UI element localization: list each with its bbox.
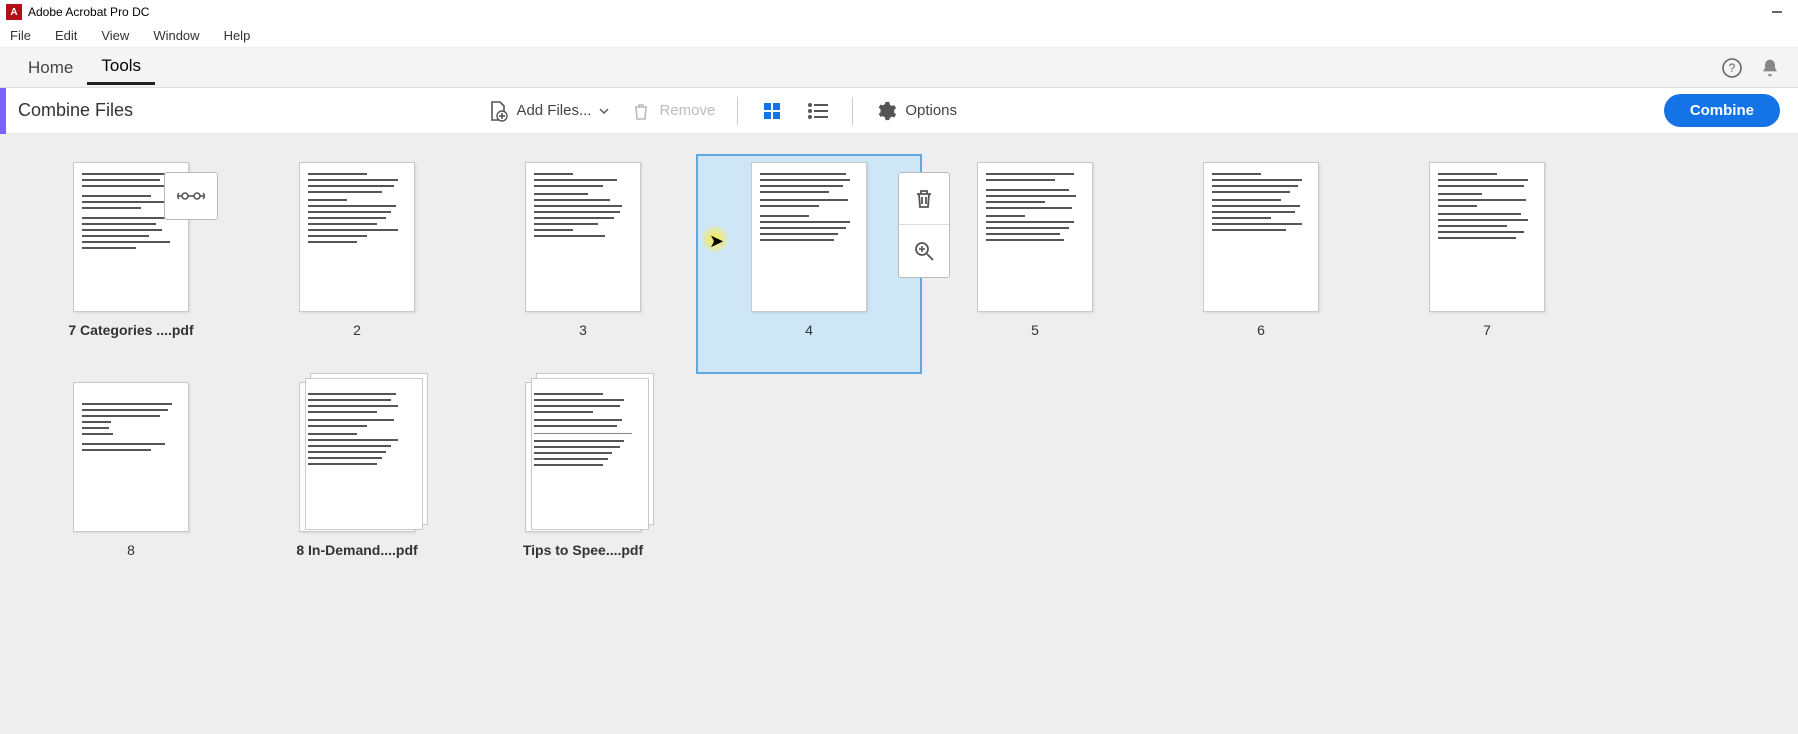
menu-edit[interactable]: Edit [45,26,87,45]
thumb-cell-1[interactable]: 7 Categories ....pdf [18,154,244,374]
page-thumb [977,162,1093,312]
thumb-cell-7[interactable]: 7 [1374,154,1600,374]
thumb-cell-5[interactable]: 5 [922,154,1148,374]
thumb-label: 4 [805,322,813,338]
page-thumb-stack [525,382,641,532]
thumb-cell-2[interactable]: 2 [244,154,470,374]
grid-icon [762,101,782,121]
options-label: Options [905,102,957,119]
thumb-cell-8[interactable]: 8 [18,374,244,594]
thumb-action-panel [898,172,950,278]
expand-icon [177,185,205,207]
options-button[interactable]: Options [875,100,957,122]
toolbar-divider [737,97,738,125]
page-thumb [73,382,189,532]
cursor-highlight [702,226,728,252]
cursor-icon: ➤ [709,231,724,252]
remove-label: Remove [659,102,715,119]
add-file-icon [486,100,508,122]
tab-home[interactable]: Home [14,52,87,84]
thumb-cell-3[interactable]: 3 [470,154,696,374]
page-thumb [1429,162,1545,312]
grid-view-button[interactable] [760,99,784,123]
magnify-icon [912,239,936,263]
thumb-label: 5 [1031,322,1039,338]
expand-thumbnails-button[interactable] [164,172,218,220]
window-title: Adobe Acrobat Pro DC [28,5,149,19]
thumb-cell-10[interactable]: Tips to Spee....pdf [470,374,696,594]
section-title: Combine Files [18,100,133,121]
thumb-cell-4[interactable]: ➤ 4 [696,154,922,374]
thumb-label: 8 [127,542,135,558]
chevron-down-icon [599,106,609,116]
tab-tools[interactable]: Tools [87,50,155,85]
trash-icon [631,101,651,121]
thumbnail-area: 7 Categories ....pdf 2 3 ➤ [0,134,1798,734]
list-icon [807,101,829,121]
svg-text:?: ? [1729,61,1736,75]
gear-icon [875,100,897,122]
page-thumb [751,162,867,312]
menu-view[interactable]: View [91,26,139,45]
trash-icon [912,187,936,211]
menu-window[interactable]: Window [143,26,209,45]
thumb-cell-6[interactable]: 6 [1148,154,1374,374]
minimize-button[interactable] [1770,5,1784,19]
help-icon[interactable]: ? [1718,54,1746,82]
remove-button[interactable]: Remove [631,101,715,121]
add-files-button[interactable]: Add Files... [486,100,609,122]
menu-help[interactable]: Help [214,26,261,45]
thumb-cell-9[interactable]: 8 In-Demand....pdf [244,374,470,594]
menubar: File Edit View Window Help [0,24,1798,48]
page-thumb [299,162,415,312]
toolbar-accent [0,88,6,134]
page-thumb [525,162,641,312]
zoom-page-button[interactable] [899,225,949,277]
thumb-label: Tips to Spee....pdf [523,542,643,558]
page-thumb-stack [299,382,415,532]
acrobat-app-icon: A [6,4,22,20]
toolbar-divider-2 [852,97,853,125]
delete-page-button[interactable] [899,173,949,225]
thumb-label: 8 In-Demand....pdf [296,542,417,558]
combine-button[interactable]: Combine [1664,94,1780,127]
add-files-label: Add Files... [516,102,591,119]
thumb-label: 3 [579,322,587,338]
menu-file[interactable]: File [6,26,41,45]
thumb-label: 7 [1483,322,1491,338]
combine-toolbar: Combine Files Add Files... Remove [0,88,1798,134]
thumb-label: 7 Categories ....pdf [68,322,193,338]
app-tabs: Home Tools ? [0,48,1798,88]
window-titlebar: A Adobe Acrobat Pro DC [0,0,1798,24]
list-view-button[interactable] [806,99,830,123]
bell-icon[interactable] [1756,54,1784,82]
thumb-label: 6 [1257,322,1265,338]
thumb-label: 2 [353,322,361,338]
page-thumb [1203,162,1319,312]
